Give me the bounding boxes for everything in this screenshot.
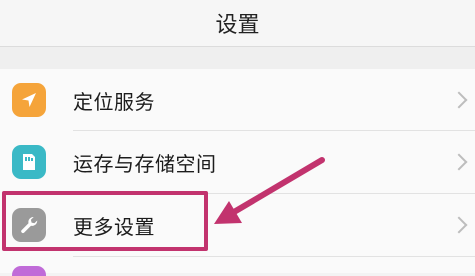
- annotation-arrow: [214, 157, 325, 224]
